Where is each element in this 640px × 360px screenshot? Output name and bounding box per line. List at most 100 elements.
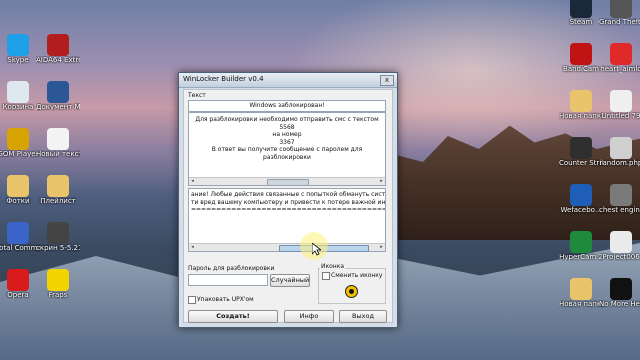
scrollbar-thumb[interactable] — [267, 179, 309, 186]
warning-line: ========================================… — [191, 206, 385, 213]
window-client-area: Текст Windows заблокирован! Для разблоки… — [183, 89, 393, 323]
winlocker-builder-window: WinLocker Builder v0.4 x Текст Windows з… — [178, 72, 398, 328]
shortcut-label: Документ Microsoft... — [36, 103, 80, 111]
shortcut-icon — [610, 184, 632, 206]
shortcut-icon — [570, 43, 592, 65]
desktop-shortcut[interactable]: chest engine — [599, 184, 640, 226]
shortcut-label: Плейлист — [40, 197, 76, 205]
upx-checkbox[interactable] — [188, 296, 196, 304]
message-lines: Для разблокировки необходимо отправить с… — [189, 113, 385, 161]
info-button[interactable]: Инфо — [284, 310, 334, 323]
desktop-shortcut[interactable]: Counter Strike Sou... — [559, 137, 603, 179]
shortcut-label: Новая папка — [559, 300, 603, 308]
desktop-shortcut[interactable]: No More Heroes — [599, 278, 640, 320]
scroll-left-arrow-icon[interactable]: ◂ — [189, 178, 196, 185]
message-line: 5568 — [279, 123, 295, 131]
desktop-shortcut[interactable]: Grand Theft Auto San... — [599, 0, 640, 38]
window-title: WinLocker Builder v0.4 — [183, 75, 264, 83]
shortcut-label: random.php — [599, 159, 640, 167]
desktop-shortcut[interactable]: Плейлист — [36, 175, 80, 217]
desktop-shortcut[interactable]: Фотки — [0, 175, 40, 217]
shortcut-icon — [610, 0, 632, 18]
desktop-shortcut[interactable]: Новая папка — [559, 278, 603, 320]
desktop-shortcut[interactable]: heart_aimlo — [599, 43, 640, 85]
shortcut-label: Wefacebo... — [560, 206, 602, 214]
desktop-shortcut[interactable]: скрин 5-5.21 — [36, 222, 80, 264]
shortcut-label: heart_aimlo — [600, 65, 640, 73]
upx-label: Упаковать UPX'ом — [197, 296, 254, 303]
desktop-shortcut[interactable]: Untitled 79 — [599, 90, 640, 132]
icon-group-label: Иконка — [320, 263, 346, 270]
shortcut-label: No More Heroes — [599, 300, 640, 308]
header-text-field[interactable]: Windows заблокирован! — [188, 100, 386, 112]
header-text: Windows заблокирован! — [249, 102, 325, 109]
shortcut-icon — [47, 128, 69, 150]
desktop-shortcut[interactable]: HyperCam 2 — [559, 231, 603, 273]
desktop-shortcut[interactable]: Steam — [559, 0, 603, 38]
shortcut-icon — [47, 81, 69, 103]
shortcut-label: Fraps — [48, 291, 68, 299]
password-input[interactable] — [188, 274, 268, 286]
desktop-shortcut[interactable]: Fraps — [36, 269, 80, 311]
desktop-shortcut[interactable]: Документ Microsoft... — [36, 81, 80, 123]
desktop-shortcut[interactable]: BandiCam — [559, 43, 603, 85]
shortcut-label: Новая папка — [559, 112, 603, 120]
close-button[interactable]: x — [380, 75, 394, 86]
message-line: В ответ вы получите сообщение с паролем … — [211, 146, 363, 161]
random-password-button[interactable]: Случайный — [270, 274, 310, 287]
shortcut-icon — [570, 137, 592, 159]
message-line: 3367 — [279, 138, 295, 146]
desktop-shortcut[interactable]: Total Commander — [0, 222, 40, 264]
desktop-shortcut[interactable]: Project006 — [599, 231, 640, 273]
warning-line: ти вред вашему компьютеру и привести к п… — [191, 198, 385, 206]
change-icon-checkbox[interactable] — [322, 272, 330, 280]
shortcut-label: Новый текстов... — [36, 150, 80, 158]
shortcut-icon — [610, 231, 632, 253]
shortcut-label: Counter Strike Sou... — [559, 159, 603, 167]
warning-line: ание! Любые действия связанные с попытко… — [191, 191, 385, 198]
scroll-right-arrow-icon[interactable]: ▸ — [378, 244, 385, 251]
warning-lines: ание! Любые действия связанные с попытко… — [189, 189, 385, 214]
message-text-area[interactable]: Для разблокировки необходимо отправить с… — [188, 112, 386, 186]
shortcut-icon — [7, 128, 29, 150]
desktop-shortcut[interactable]: Opera — [0, 269, 40, 311]
desktop-shortcut[interactable]: Skype — [0, 34, 40, 76]
shortcut-label: chest engine — [599, 206, 640, 214]
warning-text-area[interactable]: ание! Любые действия связанные с попытко… — [188, 188, 386, 252]
desktop-shortcut[interactable]: Новый текстов... — [36, 128, 80, 170]
desktop-shortcut[interactable]: Wefacebo... — [559, 184, 603, 226]
change-icon-label: Сменить иконку — [331, 272, 383, 279]
message-horizontal-scrollbar[interactable]: ◂ ▸ — [189, 177, 385, 186]
desktop-shortcut[interactable]: random.php — [599, 137, 640, 179]
create-button[interactable]: Создать! — [188, 310, 278, 323]
desktop-shortcut[interactable]: AIDA64 Extre... — [36, 34, 80, 76]
shortcut-icon — [7, 269, 29, 291]
radiation-icon — [345, 285, 358, 298]
shortcut-label: GOM Player — [0, 150, 39, 158]
warning-horizontal-scrollbar[interactable]: ◂ ▸ — [189, 243, 385, 252]
shortcut-label: Opera — [7, 291, 29, 299]
scroll-left-arrow-icon[interactable]: ◂ — [189, 244, 196, 251]
shortcut-label: Untitled 79 — [601, 112, 640, 120]
exit-button[interactable]: Выход — [339, 310, 387, 323]
desktop-shortcut[interactable]: GOM Player — [0, 128, 40, 170]
shortcut-label: Фотки — [6, 197, 30, 205]
message-line: на номер — [272, 131, 302, 138]
scroll-right-arrow-icon[interactable]: ▸ — [378, 178, 385, 185]
shortcut-label: Корзина — [2, 103, 34, 111]
shortcut-label: Skype — [7, 56, 29, 64]
window-titlebar[interactable]: WinLocker Builder v0.4 x — [179, 73, 397, 88]
desktop-shortcut[interactable]: Новая папка — [559, 90, 603, 132]
shortcut-label: BandiCam — [563, 65, 599, 73]
shortcut-icon — [7, 222, 29, 244]
password-label: Пароль для разблокировки — [188, 265, 275, 272]
shortcut-label: Steam — [569, 18, 593, 26]
shortcut-icon — [47, 269, 69, 291]
shortcut-icon — [7, 81, 29, 103]
mouse-pointer-icon — [312, 243, 321, 256]
shortcut-icon — [7, 175, 29, 197]
shortcut-label: HyperCam 2 — [559, 253, 603, 261]
shortcut-icon — [570, 90, 592, 112]
shortcut-icon — [570, 278, 592, 300]
desktop-shortcut[interactable]: Корзина — [0, 81, 40, 123]
